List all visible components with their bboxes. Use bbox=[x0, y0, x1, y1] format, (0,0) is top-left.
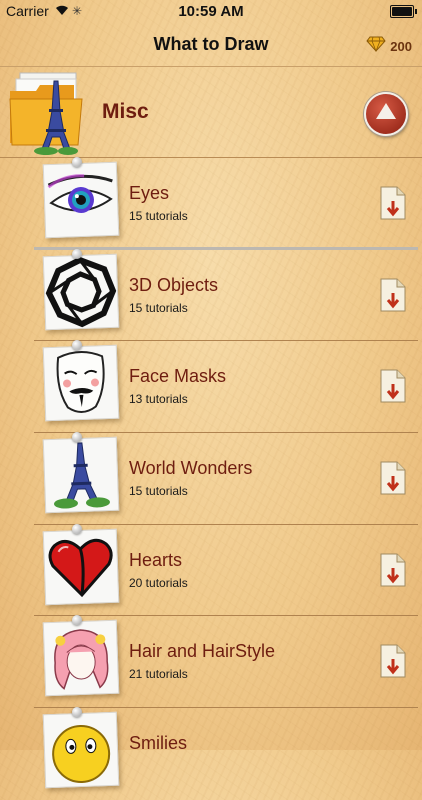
download-icon[interactable] bbox=[378, 185, 408, 221]
page-title: What to Draw bbox=[153, 34, 269, 54]
download-icon[interactable] bbox=[378, 460, 408, 496]
hair-icon bbox=[42, 620, 120, 697]
item-title: Hair and HairStyle bbox=[129, 641, 276, 662]
item-count: 15 tutorials bbox=[129, 484, 188, 499]
list-item[interactable]: Smilies bbox=[0, 707, 422, 800]
gems-counter[interactable]: 200 bbox=[366, 36, 412, 57]
clock: 10:59 AM bbox=[178, 3, 244, 20]
pushpin-icon bbox=[72, 248, 82, 259]
item-title: Hearts bbox=[129, 549, 183, 570]
download-icon[interactable] bbox=[378, 368, 408, 404]
item-count: 21 tutorials bbox=[129, 667, 188, 682]
nav-bar: What to Draw 200 bbox=[0, 22, 422, 67]
smiley-icon bbox=[42, 711, 120, 789]
list-item[interactable]: Hearts 20 tutorials bbox=[0, 523, 422, 617]
download-icon[interactable] bbox=[378, 552, 408, 588]
mask-icon bbox=[42, 345, 120, 422]
list-item[interactable]: World Wonders 15 tutorials bbox=[0, 432, 422, 525]
folder-eiffel-icon bbox=[8, 71, 88, 156]
eye-icon bbox=[42, 161, 120, 239]
item-title: Smilies bbox=[129, 733, 188, 754]
list-item[interactable]: 3D Objects 15 tutorials bbox=[0, 248, 422, 342]
gems-count: 200 bbox=[390, 39, 412, 54]
tutorial-list: Eyes 15 tutorials 3D Objects 15 tutorial… bbox=[0, 157, 422, 800]
item-title: World Wonders bbox=[129, 458, 253, 479]
item-title: Face Masks bbox=[129, 366, 227, 387]
pushpin-icon bbox=[72, 523, 82, 534]
list-item[interactable]: Face Masks 13 tutorials bbox=[0, 340, 422, 434]
item-count: 13 tutorials bbox=[129, 392, 188, 407]
3d-knot-icon bbox=[42, 253, 120, 330]
diamond-icon bbox=[366, 36, 386, 57]
heart-icon bbox=[42, 528, 120, 606]
category-header[interactable]: Misc bbox=[0, 67, 422, 158]
item-count: 15 tutorials bbox=[129, 209, 188, 223]
collapse-button[interactable] bbox=[364, 92, 408, 136]
eiffel-tower-icon bbox=[42, 436, 120, 514]
item-count: 15 tutorials bbox=[129, 300, 188, 315]
arrow-up-icon bbox=[376, 103, 396, 119]
list-item[interactable]: Hair and HairStyle 21 tutorials bbox=[0, 615, 422, 709]
category-title: Misc bbox=[102, 100, 149, 123]
battery-icon bbox=[390, 5, 417, 18]
download-icon[interactable] bbox=[378, 643, 408, 679]
list-item[interactable]: Eyes 15 tutorials bbox=[0, 157, 422, 250]
item-title: Eyes bbox=[129, 183, 170, 203]
pushpin-icon bbox=[72, 432, 82, 443]
item-count: 20 tutorials bbox=[129, 575, 188, 590]
status-bar: Carrier ✳ 10:59 AM bbox=[0, 0, 422, 22]
download-icon[interactable] bbox=[378, 277, 408, 313]
pushpin-icon bbox=[72, 157, 82, 167]
item-title: 3D Objects bbox=[129, 274, 219, 295]
